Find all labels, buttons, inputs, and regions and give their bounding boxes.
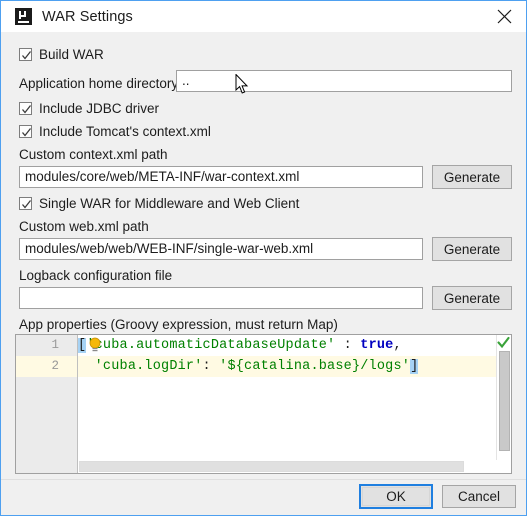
code-token: : [335,338,361,353]
editor-error-stripe[interactable] [496,335,511,473]
close-icon[interactable] [482,1,526,32]
editor-text-area[interactable]: ['cuba.automaticDatabaseUpdate' : true, … [78,335,511,473]
code-token: 'cuba.logDir' [94,359,203,374]
ok-button[interactable]: OK [359,484,433,509]
code-token: true [360,338,394,353]
input-logback-configuration-file[interactable] [19,287,423,309]
checkbox-box [19,48,32,61]
input-application-home-directory[interactable] [176,70,512,92]
line-number: 2 [51,359,59,373]
ok-button-label: OK [362,487,430,506]
checkbox-label: Single WAR for Middleware and Web Client [39,196,300,211]
label-app-properties: App properties (Groovy expression, must … [19,317,338,332]
editor-gutter[interactable]: 1 2 [16,335,78,473]
checkbox-box [19,125,32,138]
checkbox-label: Include JDBC driver [39,101,160,116]
checkbox-include-jdbc-driver[interactable]: Include JDBC driver [19,101,159,116]
checkbox-label: Include Tomcat's context.xml [39,124,211,139]
editor-horizontal-scrollbar[interactable] [78,460,497,473]
code-token: ] [410,359,419,374]
line-number: 1 [51,338,59,352]
code-line: ['cuba.automaticDatabaseUpdate' : true, [78,335,402,356]
editor-vertical-scrollbar-thumb[interactable] [499,351,510,451]
lightbulb-icon[interactable] [89,337,101,353]
checkbox-label: Build WAR [39,47,104,62]
code-line: 'cuba.logDir': '${catalina.base}/logs'] [78,356,419,377]
generate-logback-button[interactable]: Generate [432,286,512,310]
code-token: , [393,338,402,353]
code-token: '${catalina.base}/logs' [219,359,411,374]
checkbox-single-war[interactable]: Single WAR for Middleware and Web Client [19,196,299,211]
code-token: : [202,359,220,374]
checkbox-include-tomcat-context-xml[interactable]: Include Tomcat's context.xml [19,124,211,139]
checkbox-build-war[interactable]: Build WAR [19,47,104,62]
title-bar: WAR Settings [1,1,526,32]
label-logback-configuration-file: Logback configuration file [19,268,173,283]
war-settings-dialog: WAR Settings Build WAR Application home … [0,0,527,516]
editor-horizontal-scrollbar-thumb[interactable] [79,461,464,472]
label-application-home-directory: Application home directory [19,76,179,91]
checkbox-box [19,102,32,115]
window-title: WAR Settings [42,8,133,25]
label-custom-context-xml-path: Custom context.xml path [19,147,168,162]
generate-web-xml-button[interactable]: Generate [432,237,512,261]
code-token: 'cuba.automaticDatabaseUpdate' [86,338,336,353]
green-checkmark-icon[interactable] [497,336,510,349]
cancel-button[interactable]: Cancel [442,485,516,508]
intellij-idea-icon [15,8,32,25]
label-custom-web-xml-path: Custom web.xml path [19,219,149,234]
checkbox-box [19,197,32,210]
generate-context-xml-button[interactable]: Generate [432,165,512,189]
footer-divider [1,479,526,480]
dialog-body: Build WAR Application home directory Inc… [1,32,526,515]
input-custom-context-xml-path[interactable] [19,166,423,188]
input-custom-web-xml-path[interactable] [19,238,423,260]
app-properties-code-editor[interactable]: 1 2 ['cuba.automaticDatabaseUpdate' : tr… [15,334,512,474]
